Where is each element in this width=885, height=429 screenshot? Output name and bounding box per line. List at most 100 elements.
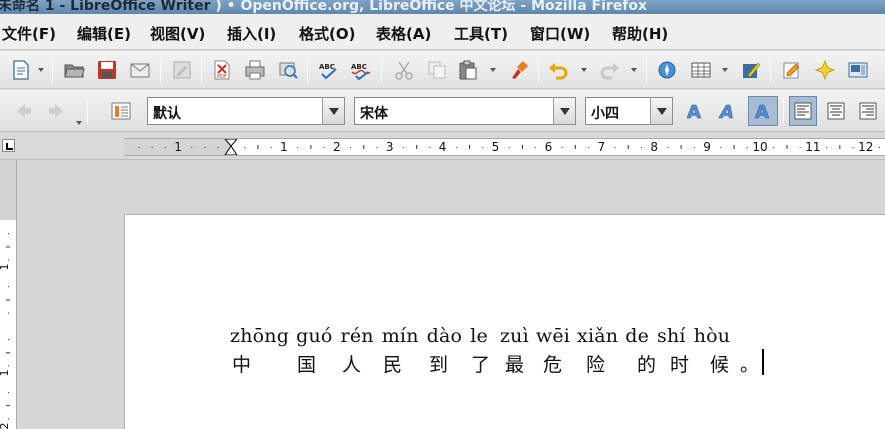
- document-workspace: zhōng guó rén mín dào le zuì wēi xiǎn de shí hòu 中 国…: [18, 160, 885, 429]
- standard-toolbar: PDF ABC ABC: [0, 51, 885, 89]
- copy-icon[interactable]: [424, 57, 450, 83]
- chevron-down-icon[interactable]: [322, 98, 344, 124]
- spellcheck-icon[interactable]: ABC: [316, 57, 342, 83]
- table-dropdown[interactable]: [721, 57, 729, 83]
- horizontal-ruler[interactable]: 1 1 2 3 4 5 6 7 8 9 10 11 12: [124, 138, 885, 156]
- font-size-value: 小四: [591, 106, 619, 122]
- hanzi-character: 。: [740, 354, 760, 376]
- open-folder-icon[interactable]: [61, 57, 87, 83]
- email-icon[interactable]: [127, 57, 153, 83]
- ruler-tick: [852, 147, 854, 148]
- align-right-icon[interactable]: [855, 98, 881, 124]
- navigator-icon[interactable]: [654, 57, 680, 83]
- hanzi-character: 的: [637, 354, 657, 376]
- pinyin-syllable: hòu: [693, 325, 731, 347]
- data-sources-icon[interactable]: [845, 57, 871, 83]
- redo-dropdown[interactable]: [630, 57, 638, 83]
- ruler-tick: [297, 147, 299, 148]
- ruler-tick: [350, 147, 352, 148]
- menu-view[interactable]: 视图(V): [150, 23, 205, 44]
- hanzi-character: 国: [297, 354, 317, 376]
- hanzi-character: 民: [383, 354, 403, 376]
- document-page[interactable]: zhōng guó rén mín dào le zuì wēi xiǎn de shí hòu 中 国…: [124, 214, 885, 429]
- ruler-tick: [640, 147, 642, 148]
- hanzi-character: 危: [543, 354, 563, 376]
- table-icon[interactable]: [688, 57, 714, 83]
- ruler-tick: [455, 147, 457, 148]
- highlight-icon[interactable]: A: [716, 98, 742, 124]
- redo-icon[interactable]: [597, 57, 623, 83]
- print-preview-icon[interactable]: [275, 57, 301, 83]
- ruler-tick: [257, 145, 259, 149]
- clone-formatting-icon[interactable]: [507, 57, 533, 83]
- align-left-icon[interactable]: [789, 96, 817, 126]
- ruler-number: 2: [0, 423, 11, 429]
- edit-file-icon[interactable]: [169, 57, 195, 83]
- ruler-tick: [693, 147, 695, 148]
- window-title-document: 未命名 1 - LibreOffice Writer: [0, 0, 211, 14]
- menu-file[interactable]: 文件(F): [2, 23, 56, 44]
- menu-edit[interactable]: 编辑(E): [77, 23, 131, 44]
- pinyin-syllable: de: [625, 325, 650, 347]
- ruler-tick: [191, 147, 193, 148]
- ruler-tick: [310, 145, 312, 149]
- new-document-dropdown[interactable]: [37, 57, 45, 83]
- find-replace-icon[interactable]: [779, 57, 805, 83]
- ruler-tick: [363, 145, 365, 149]
- ruler-number: 1: [280, 140, 288, 154]
- menu-tools[interactable]: 工具(T): [454, 23, 508, 44]
- ruler-tick: [429, 147, 431, 148]
- font-size-select[interactable]: 小四: [585, 97, 673, 125]
- paragraph-style-select[interactable]: 默认: [147, 97, 345, 125]
- menu-table[interactable]: 表格(A): [376, 23, 431, 44]
- font-name-select[interactable]: 宋体: [354, 97, 576, 125]
- pinyin-syllable: le: [470, 325, 488, 347]
- next-icon[interactable]: [43, 98, 69, 124]
- ruler-tick: [561, 147, 563, 148]
- ruler-tick: [773, 147, 775, 148]
- background-color-icon[interactable]: A: [748, 96, 778, 126]
- print-icon[interactable]: [242, 57, 268, 83]
- ruler-tick: [8, 418, 9, 420]
- ruler-tick: [8, 312, 9, 314]
- ruler-tick: [680, 145, 682, 149]
- ruler-tick: [839, 145, 841, 149]
- ruler-tick: [627, 145, 629, 149]
- text-cursor: [762, 349, 764, 375]
- cut-icon[interactable]: [391, 57, 417, 83]
- menu-format[interactable]: 格式(O): [299, 23, 355, 44]
- tab-stop-type-selector[interactable]: [2, 139, 15, 152]
- paste-icon[interactable]: [455, 57, 481, 83]
- font-color-icon[interactable]: A: [683, 98, 709, 124]
- menu-insert[interactable]: 插入(I): [227, 23, 276, 44]
- ruler-tick: [521, 145, 523, 149]
- ruler-tick: [574, 145, 576, 149]
- ruler-number: 1: [0, 264, 11, 271]
- previous-icon[interactable]: [11, 98, 37, 124]
- chevron-down-icon[interactable]: [553, 98, 575, 124]
- chevron-down-icon[interactable]: [650, 98, 672, 124]
- horizontal-ruler-area: 1 1 2 3 4 5 6 7 8 9 10 11 12: [0, 133, 885, 160]
- vertical-ruler-ticks: 1 1 2: [0, 233, 11, 429]
- draw-functions-icon[interactable]: [738, 57, 764, 83]
- ruler-tick: [8, 339, 9, 341]
- gallery-icon[interactable]: [812, 57, 838, 83]
- menu-help[interactable]: 帮助(H): [612, 23, 668, 44]
- menu-window[interactable]: 窗口(W): [530, 23, 590, 44]
- export-pdf-icon[interactable]: PDF: [209, 57, 235, 83]
- save-icon[interactable]: [94, 57, 120, 83]
- undo-icon[interactable]: [545, 57, 571, 83]
- align-center-icon[interactable]: [823, 98, 849, 124]
- ruler-number: 1: [174, 140, 182, 154]
- paste-dropdown[interactable]: [489, 57, 497, 83]
- window-title-rest: OpenOffice.org, LibreOffice 中文论坛 - Mozil…: [240, 0, 648, 14]
- font-name-value: 宋体: [360, 106, 388, 122]
- styles-formatting-icon[interactable]: [108, 98, 134, 124]
- autospellcheck-icon[interactable]: ABC: [348, 57, 374, 83]
- svg-text:A: A: [687, 102, 701, 122]
- ruler-tick: [746, 147, 748, 148]
- pinyin-syllable: xiǎn: [577, 325, 619, 347]
- undo-dropdown[interactable]: [580, 57, 588, 83]
- new-document-icon[interactable]: [8, 57, 34, 83]
- vertical-ruler[interactable]: 1 1 2: [0, 160, 17, 429]
